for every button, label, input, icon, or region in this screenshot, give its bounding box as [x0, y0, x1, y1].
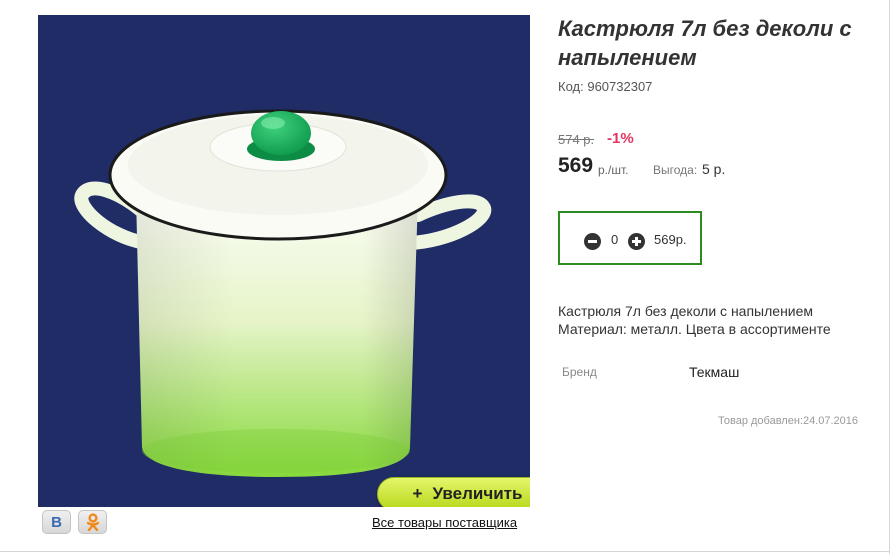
- vk-icon: В: [51, 513, 62, 531]
- increase-quantity-button[interactable]: [628, 233, 645, 250]
- supplier-products-link[interactable]: Все товары поставщика: [372, 515, 517, 530]
- price-unit: р./шт.: [598, 163, 629, 177]
- description-line: Кастрюля 7л без деколи с напылением: [558, 303, 814, 319]
- share-vk-button[interactable]: В: [42, 510, 71, 534]
- brand-value: Текмаш: [689, 364, 740, 380]
- product-code-value: 960732307: [587, 79, 653, 94]
- added-date: Товар добавлен:24.07.2016: [718, 415, 859, 427]
- quantity-selector: 0 569р.: [558, 211, 702, 265]
- benefit-label: Выгода:: [653, 163, 698, 177]
- brand-label: Бренд: [562, 365, 597, 379]
- zoom-button[interactable]: + Увеличить: [377, 477, 530, 507]
- description-line: Материал: металл. Цвета в ассортименте: [558, 321, 831, 337]
- decrease-quantity-button[interactable]: [584, 233, 601, 250]
- plus-icon: +: [412, 484, 423, 503]
- share-odnoklassniki-button[interactable]: [78, 510, 107, 534]
- frame-border-right: [889, 0, 890, 554]
- old-price: 574 р.: [558, 132, 595, 147]
- product-photo[interactable]: + Увеличить: [38, 15, 530, 507]
- product-code-label: Код:: [558, 79, 584, 94]
- product-code: Код: 960732307: [558, 79, 652, 94]
- discount-badge: -1%: [607, 130, 634, 147]
- quantity-total-price: 569р.: [654, 232, 687, 247]
- zoom-button-label: Увеличить: [432, 484, 523, 503]
- current-price: 569: [558, 154, 594, 177]
- odnoklassniki-icon: [86, 513, 99, 531]
- frame-border-bottom: [0, 551, 890, 552]
- benefit-value: 5 р.: [702, 161, 726, 177]
- minus-icon: [588, 240, 597, 243]
- product-description: Кастрюля 7л без деколи с напылением Мате…: [558, 302, 831, 338]
- plus-icon-vertical: [635, 237, 638, 246]
- product-title: Кастрюля 7л без деколи с напылением: [558, 16, 852, 70]
- quantity-value: 0: [611, 232, 619, 247]
- pot-illustration: [74, 109, 492, 477]
